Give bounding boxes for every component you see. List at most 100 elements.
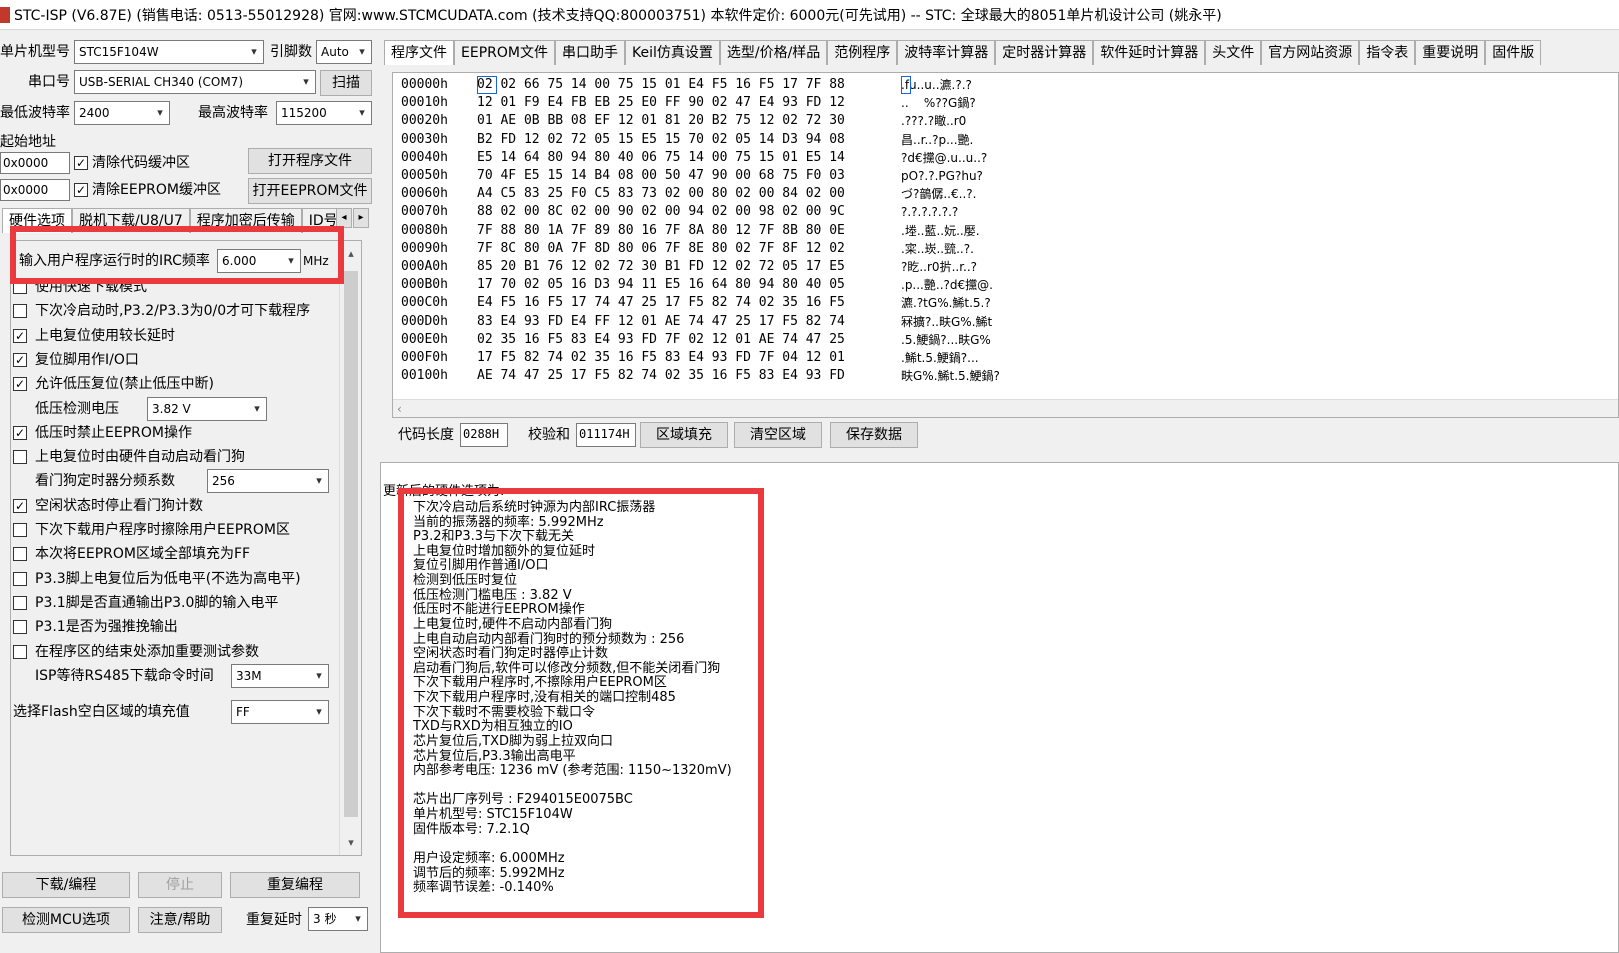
tab-scroll-left-icon[interactable]: ◂ (336, 208, 352, 228)
option3-3-checkbox[interactable] (13, 571, 27, 586)
mcu-model-value: STC15F104W (79, 45, 159, 59)
hex-address: 00070h (401, 204, 448, 220)
port-select[interactable]: USB-SERIAL CH340 (COM7) ▾ (74, 70, 316, 94)
pins-select[interactable]: Auto ▾ (316, 40, 372, 64)
option-2-label: 上电复位使用较长延时 (35, 327, 175, 344)
hex-bytes: B2 FD 12 02 72 05 15 E5 15 70 02 05 14 D… (477, 131, 845, 147)
scroll-left-icon[interactable]: ‹ (397, 402, 402, 416)
option-1-checkbox[interactable] (13, 304, 27, 319)
hex-address: 00050h (401, 168, 448, 183)
option3-5-checkbox[interactable] (13, 620, 27, 635)
min-baud-label: 最低波特率 (0, 105, 70, 121)
clear-eeprom-checkbox[interactable]: ✓ (74, 183, 88, 197)
option3-6-checkbox[interactable] (13, 644, 27, 659)
start-addr-label: 起始地址 (0, 134, 56, 150)
hex-ascii: .5.鯁鍋?...畉G% (901, 332, 991, 347)
tab-10[interactable]: 官方网站资源 (1261, 40, 1360, 65)
hex-bytes: 70 4F E5 15 14 B4 08 00 50 47 90 00 68 7… (477, 168, 845, 183)
chevron-down-icon: ▾ (359, 45, 365, 58)
retry-delay-label: 重复延时 (246, 912, 302, 928)
tab-9[interactable]: 头文件 (1205, 40, 1262, 65)
tab-3[interactable]: Keil仿真设置 (624, 40, 720, 65)
window-title: STC-ISP (V6.87E) (销售电话: 0513-55012928) 官… (14, 7, 1222, 24)
option-3-label: 复位脚用作I/O口 (35, 351, 139, 368)
tab-13[interactable]: 固件版 (1485, 40, 1542, 65)
area-fill-button[interactable]: 区域填充 (640, 422, 728, 448)
isp-wait-label: ISP等待RS485下载命令时间 (35, 667, 214, 684)
option-2-checkbox[interactable]: ✓ (13, 328, 27, 343)
hex-ascii: .寀..崁..巰..?. (901, 241, 974, 256)
option3-4-checkbox[interactable] (13, 595, 27, 610)
hex-address: 000D0h (401, 313, 448, 329)
scroll-down-icon[interactable]: ▾ (340, 836, 361, 849)
stop-button[interactable]: 停止 (138, 872, 222, 898)
retry-delay-select[interactable]: 3 秒 ▾ (308, 907, 368, 931)
save-data-button[interactable]: 保存数据 (830, 422, 918, 448)
panel-scrollbar[interactable]: ▴ ▾ (339, 241, 361, 855)
hex-address: 00060h (401, 186, 448, 202)
max-baud-label: 最高波特率 (198, 105, 268, 121)
hex-bytes: 88 02 00 8C 02 00 90 02 00 94 02 00 98 0… (477, 204, 845, 220)
option-4-checkbox[interactable]: ✓ (13, 377, 27, 392)
tab-0[interactable]: 程序文件 (384, 40, 454, 65)
eeprom-start-addr-input[interactable]: 0x0000 (0, 179, 70, 201)
chevron-down-icon: ▾ (359, 106, 365, 119)
isp-wait-select[interactable]: 33M ▾ (231, 663, 329, 688)
reprogram-button[interactable]: 重复编程 (230, 872, 360, 898)
tab-11[interactable]: 指令表 (1359, 40, 1416, 65)
wdt-select[interactable]: 256 ▾ (207, 469, 329, 494)
hex-ascii: pO?.?.PG?hu? (901, 169, 983, 183)
help-button[interactable]: 注意/帮助 (138, 907, 222, 933)
option3-2-checkbox[interactable] (13, 547, 27, 562)
clear-area-button[interactable]: 清空区域 (734, 422, 822, 448)
wdt-label: 看门狗定时器分频系数 (35, 473, 175, 490)
hex-ascii: 瀌.?tG%.鯑t.5.? (901, 296, 991, 311)
hex-bytes: 85 20 B1 76 12 02 72 30 B1 FD 12 02 72 0… (477, 259, 845, 274)
scrollbar-thumb[interactable] (344, 271, 358, 817)
option2-0-checkbox[interactable]: ✓ (13, 425, 27, 440)
chevron-down-icon: ▾ (316, 474, 322, 488)
tab-scroll-right-icon[interactable]: ▸ (353, 208, 369, 228)
hex-bytes: E5 14 64 80 94 80 40 06 75 14 00 75 15 0… (477, 149, 845, 165)
option2-0-label: 低压时禁止EEPROM操作 (35, 424, 192, 441)
option3-1-label: 下次下载用户程序时擦除用户EEPROM区 (35, 522, 290, 538)
min-baud-value: 2400 (79, 106, 110, 120)
hex-ascii: 昌..r..?p...艷. (901, 132, 974, 147)
min-baud-select[interactable]: 2400 ▾ (74, 101, 170, 125)
option2-1-checkbox[interactable] (13, 450, 27, 465)
hex-bytes: E4 F5 16 F5 17 74 47 25 17 F5 82 74 02 3… (477, 295, 845, 311)
main-tabs: 程序文件 EEPROM文件 串口助手 Keil仿真设置 选型/价格/样品 范例程序 波特率计… (384, 40, 1619, 65)
hex-bytes: AE 74 47 25 17 F5 82 74 02 35 16 F5 83 E… (477, 368, 845, 384)
hex-cursor (477, 76, 497, 94)
open-eeprom-file-button[interactable]: 打开EEPROM文件 (248, 178, 372, 204)
mcu-model-select[interactable]: STC15F104W ▾ (74, 40, 264, 64)
hex-address: 00080h (401, 222, 448, 238)
tab-5[interactable]: 范例程序 (827, 40, 898, 65)
code-start-addr-input[interactable]: 0x0000 (0, 152, 70, 174)
tab-4[interactable]: 选型/价格/样品 (719, 40, 828, 65)
app-icon (0, 6, 10, 23)
open-program-file-button[interactable]: 打开程序文件 (248, 148, 372, 174)
tab-8[interactable]: 软件延时计算器 (1093, 40, 1206, 65)
tab-6[interactable]: 波特率计算器 (897, 40, 996, 65)
tab-1[interactable]: EEPROM文件 (454, 40, 555, 65)
scan-button[interactable]: 扫描 (320, 70, 372, 96)
clear-code-checkbox[interactable]: ✓ (74, 156, 88, 170)
detect-mcu-button[interactable]: 检测MCU选项 (2, 907, 130, 933)
tab-2[interactable]: 串口助手 (554, 40, 625, 65)
hex-viewer[interactable]: 00000h 02 02 66 75 14 00 75 15 01 E4 F5 1… (392, 72, 1619, 418)
option3-0-checkbox[interactable]: ✓ (13, 498, 27, 513)
flash-fill-select[interactable]: FF ▾ (231, 699, 329, 724)
option3-4-label: P3.1脚是否直通输出P3.0脚的输入电平 (35, 594, 279, 611)
max-baud-select[interactable]: 115200 ▾ (276, 101, 372, 125)
hex-address: 00030h (401, 131, 448, 147)
hex-horizontal-scrollbar[interactable]: ‹ (393, 399, 1618, 417)
hex-address: 00000h (401, 77, 448, 92)
low-volt-select[interactable]: 3.82 V ▾ (147, 396, 267, 421)
download-program-button[interactable]: 下载/编程 (2, 872, 130, 898)
tab-12[interactable]: 重要说明 (1415, 40, 1486, 65)
option-3-checkbox[interactable]: ✓ (13, 352, 27, 367)
tab-7[interactable]: 定时器计算器 (995, 40, 1094, 65)
option3-1-checkbox[interactable] (13, 523, 27, 537)
hex-address: 000F0h (401, 350, 448, 365)
